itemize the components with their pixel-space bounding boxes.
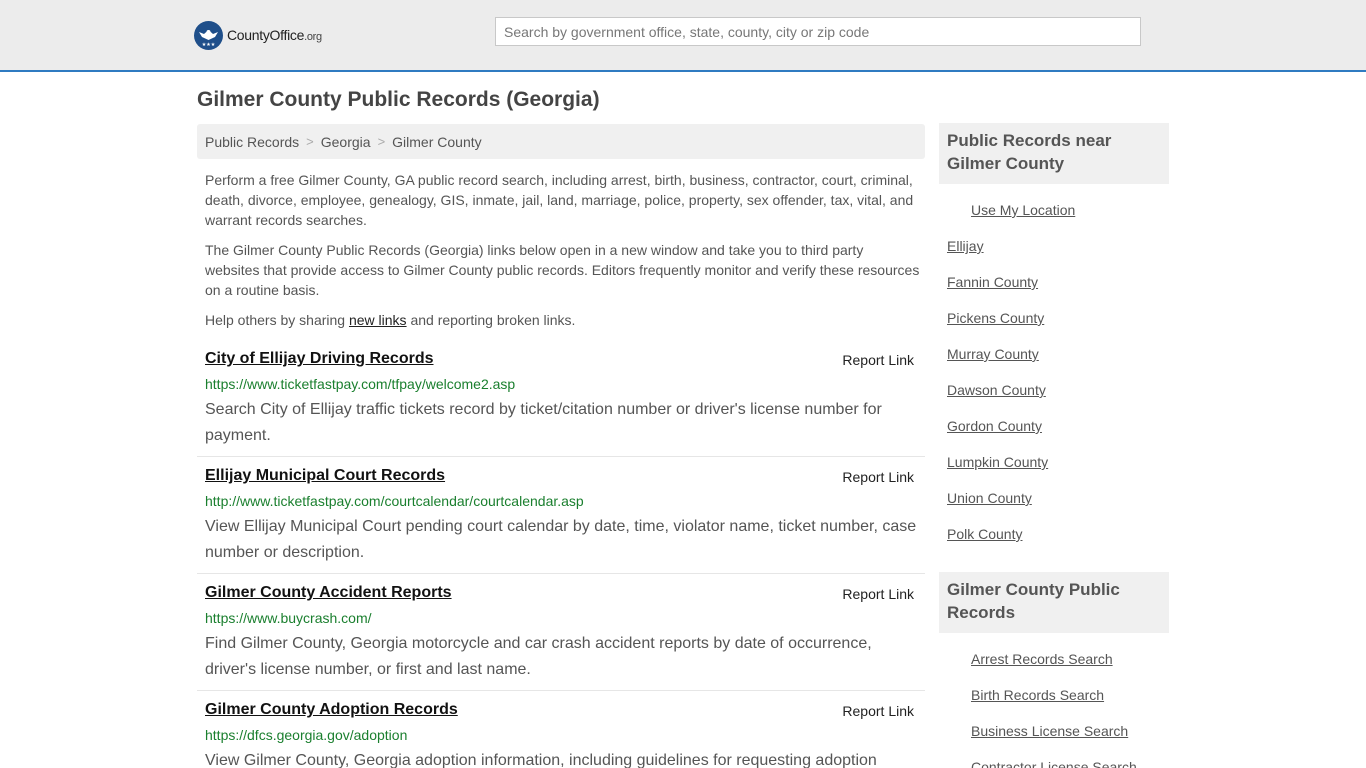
site-logo[interactable]: ★★★ CountyOffice.org: [194, 20, 322, 50]
sidebar-near-link[interactable]: Dawson County: [947, 382, 1046, 398]
use-my-location-link[interactable]: Use My Location: [971, 202, 1075, 218]
sidebar-near-link[interactable]: Murray County: [947, 346, 1039, 362]
record-url: https://www.ticketfastpay.com/tfpay/welc…: [205, 376, 516, 392]
record-url: https://www.buycrash.com/: [205, 610, 372, 626]
record-description: View Gilmer County, Georgia adoption inf…: [205, 752, 877, 768]
share-text-after: and reporting broken links.: [410, 312, 576, 328]
breadcrumb: Public Records > Georgia > Gilmer County: [197, 124, 925, 159]
logo-text: CountyOffice.org: [227, 27, 322, 43]
record-url: http://www.ticketfastpay.com/courtcalend…: [205, 493, 584, 509]
sidebar-county-link[interactable]: Business License Search: [971, 723, 1128, 739]
breadcrumb-georgia[interactable]: Georgia: [321, 134, 371, 150]
sidebar-near-title: Public Records near Gilmer County: [939, 123, 1169, 184]
intro-paragraph-1: Perform a free Gilmer County, GA public …: [205, 172, 914, 228]
sidebar-county-link[interactable]: Birth Records Search: [971, 687, 1104, 703]
record-url: https://dfcs.georgia.gov/adoption: [205, 727, 408, 743]
share-text-before: Help others by sharing: [205, 312, 346, 328]
breadcrumb-public-records[interactable]: Public Records: [205, 134, 299, 150]
sidebar-near-link[interactable]: Ellijay: [947, 238, 984, 254]
breadcrumb-gilmer-county[interactable]: Gilmer County: [392, 134, 481, 150]
report-link[interactable]: Report Link: [842, 352, 914, 368]
sidebar-near-link[interactable]: Pickens County: [947, 310, 1044, 326]
intro-paragraph-3: Help others by sharing new links and rep…: [205, 310, 920, 330]
record-description: Find Gilmer County, Georgia motorcycle a…: [205, 635, 872, 678]
report-link[interactable]: Report Link: [842, 469, 914, 485]
breadcrumb-separator: >: [377, 134, 386, 149]
sidebar-county-link[interactable]: Arrest Records Search: [971, 651, 1113, 667]
svg-text:★★★: ★★★: [202, 42, 216, 48]
record-item: Ellijay Municipal Court Records Report L…: [197, 467, 925, 574]
site-header: ★★★ CountyOffice.org: [0, 0, 1366, 72]
record-item: Gilmer County Adoption Records Report Li…: [197, 701, 925, 768]
sidebar-near-link[interactable]: Gordon County: [947, 418, 1042, 434]
sidebar-county-link[interactable]: Contractor License Search: [971, 759, 1137, 768]
record-description: Search City of Ellijay traffic tickets r…: [205, 401, 882, 444]
logo-name: CountyOffice: [227, 27, 305, 43]
record-title-link[interactable]: Gilmer County Accident Reports: [205, 584, 452, 602]
intro-paragraph-2: The Gilmer County Public Records (Georgi…: [205, 242, 920, 298]
report-link[interactable]: Report Link: [842, 703, 914, 719]
breadcrumb-separator: >: [306, 134, 314, 149]
search-input[interactable]: [495, 17, 1141, 46]
record-title-link[interactable]: City of Ellijay Driving Records: [205, 350, 434, 368]
logo-suffix: .org: [304, 31, 322, 43]
new-links-link[interactable]: new links: [349, 312, 407, 328]
page-title: Gilmer County Public Records (Georgia): [197, 88, 600, 111]
sidebar-near-link[interactable]: Fannin County: [947, 274, 1038, 290]
sidebar-county-title: Gilmer County Public Records: [939, 572, 1169, 633]
record-item: City of Ellijay Driving Records Report L…: [197, 350, 925, 457]
sidebar-near-link[interactable]: Lumpkin County: [947, 454, 1048, 470]
sidebar-near-link[interactable]: Polk County: [947, 526, 1022, 542]
sidebar-near-link[interactable]: Union County: [947, 490, 1032, 506]
record-description: View Ellijay Municipal Court pending cou…: [205, 518, 917, 561]
record-title-link[interactable]: Gilmer County Adoption Records: [205, 701, 458, 719]
report-link[interactable]: Report Link: [842, 586, 914, 602]
eagle-seal-icon: ★★★: [194, 20, 223, 50]
record-item: Gilmer County Accident Reports Report Li…: [197, 584, 925, 691]
record-title-link[interactable]: Ellijay Municipal Court Records: [205, 467, 445, 485]
